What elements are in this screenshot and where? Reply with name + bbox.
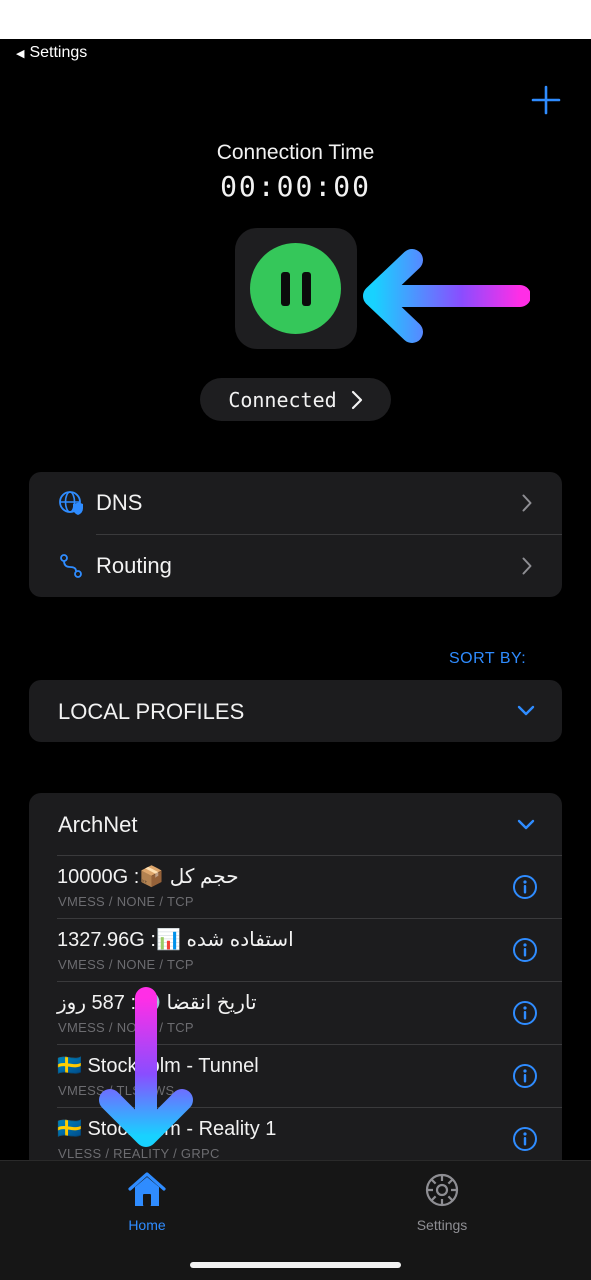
dns-label: DNS — [96, 490, 143, 515]
archnet-title[interactable]: ArchNet — [58, 812, 137, 838]
profile-protocol: VMESS / NONE / TCP — [58, 894, 194, 909]
add-profile-icon[interactable] — [530, 84, 562, 116]
profile-protocol: VLESS / REALITY / GRPC — [58, 1146, 220, 1161]
globe-shield-icon — [59, 491, 83, 515]
tab-home-label: Home — [128, 1217, 166, 1233]
profile-protocol: VMESS / NONE / TCP — [58, 1020, 194, 1035]
home-icon — [128, 1172, 166, 1206]
profile-name: 1327.96G :📊 استفاده شده — [57, 929, 294, 951]
back-triangle-icon: ◀ — [16, 47, 25, 60]
info-icon[interactable] — [512, 937, 538, 963]
connection-status-button[interactable]: Connected — [200, 378, 391, 421]
profile-protocol: VMESS / TLS / WS — [58, 1083, 175, 1098]
profile-row[interactable]: 1327.96G :📊 استفاده شده VMESS / NONE / T… — [29, 919, 562, 982]
routing-row[interactable]: Routing — [29, 535, 562, 597]
tab-home[interactable]: Home — [87, 1169, 207, 1233]
connection-timer: 00:00:00 — [220, 170, 371, 203]
gear-icon — [425, 1173, 459, 1207]
dns-row[interactable]: DNS — [29, 472, 562, 534]
connect-toggle-container — [235, 228, 357, 349]
archnet-group: ArchNet 10000G :📦 حجم کل VMESS / NONE / … — [29, 793, 562, 1213]
annotation-arrow-right — [363, 249, 530, 343]
connection-time-label: Connection Time — [216, 141, 375, 164]
chevron-right-icon — [522, 494, 532, 512]
chevron-right-icon — [351, 390, 362, 409]
profile-name: 🇸🇪 Stockholm - Tunnel — [57, 1055, 259, 1077]
pause-icon-bar-left — [280, 271, 290, 306]
chevron-right-icon — [522, 557, 532, 575]
connection-status-label: Connected — [228, 387, 337, 412]
profile-row[interactable]: تاریخ انقضا 🕐: 587 روز VMESS / NONE / TC… — [29, 982, 562, 1045]
info-icon[interactable] — [512, 1000, 538, 1026]
route-icon — [60, 554, 82, 578]
tab-settings-label: Settings — [416, 1217, 468, 1233]
back-label: Settings — [29, 44, 88, 61]
profile-name: تاریخ انقضا 🕐: 587 روز — [57, 992, 257, 1014]
tab-settings[interactable]: Settings — [382, 1169, 502, 1233]
routing-label: Routing — [96, 553, 172, 578]
profile-name: 🇸🇪 Stockholm - Reality 1 — [57, 1118, 277, 1140]
sort-by-button[interactable]: SORT BY: — [449, 650, 526, 668]
home-indicator — [190, 1262, 401, 1268]
info-icon[interactable] — [512, 874, 538, 900]
profile-row[interactable]: 🇸🇪 Stockholm - Tunnel VMESS / TLS / WS — [29, 1045, 562, 1108]
settings-card: DNS Routing — [29, 472, 562, 597]
local-profiles-title: LOCAL PROFILES — [58, 699, 245, 724]
status-bar-area — [0, 0, 591, 39]
pause-button[interactable] — [250, 243, 341, 334]
profile-row[interactable]: 10000G :📦 حجم کل VMESS / NONE / TCP — [29, 856, 562, 919]
local-profiles-group[interactable]: LOCAL PROFILES — [29, 680, 562, 742]
info-icon[interactable] — [512, 1126, 538, 1152]
profile-name: 10000G :📦 حجم کل — [57, 866, 239, 888]
chevron-down-icon[interactable] — [516, 819, 536, 831]
profile-protocol: VMESS / NONE / TCP — [58, 957, 194, 972]
chevron-down-icon — [517, 705, 535, 716]
back-button[interactable]: ◀ Settings — [16, 44, 87, 62]
pause-icon-bar-right — [301, 271, 311, 306]
info-icon[interactable] — [512, 1063, 538, 1089]
